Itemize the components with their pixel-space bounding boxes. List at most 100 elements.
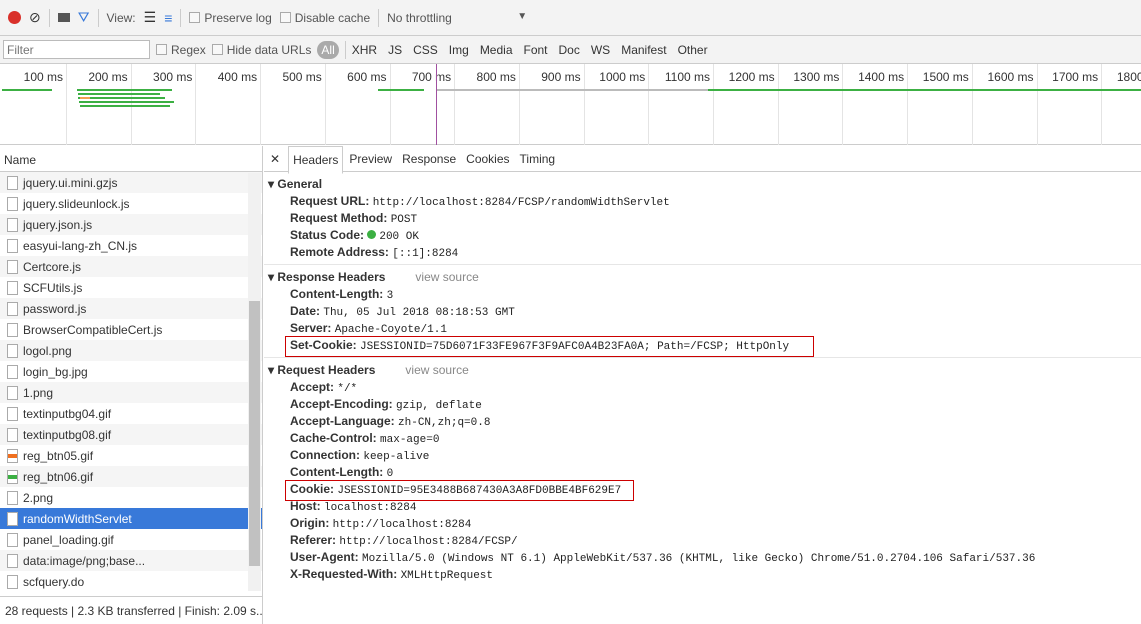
file-icon [7,427,18,442]
filter-input[interactable] [3,40,150,59]
request-row[interactable]: Certcore.js [0,256,262,277]
header-value: zh-CN,zh;q=0.8 [398,417,491,429]
header-row: Status Code: 200 OK [268,227,1141,244]
header-name: Status Code: [290,228,365,242]
name-column-header[interactable]: Name [0,146,262,172]
request-row[interactable]: jquery.ui.mini.gzjs [0,172,262,193]
tab-preview[interactable]: Preview [345,146,396,172]
header-pair: Set-Cookie: JSESSIONID=75D6071F33FE967F3… [284,336,815,357]
header-row: Cache-Control: max-age=0 [268,430,1141,447]
section-header[interactable]: ▾ Response Headers view source [268,268,1141,286]
request-row[interactable]: login_bg.jpg [0,361,262,382]
camera-icon[interactable] [57,13,70,22]
header-name: Content-Length: [290,465,384,479]
request-row[interactable]: jquery.json.js [0,214,262,235]
clear-icon[interactable]: ⊘ [29,9,41,26]
request-row[interactable]: panel_loading.gif [0,529,262,550]
section-header[interactable]: ▾ Request Headers view source [268,361,1141,379]
tab-timing[interactable]: Timing [516,146,560,172]
header-value: XMLHttpRequest [400,570,493,582]
record-icon[interactable] [8,11,21,24]
request-row[interactable]: reg_btn05.gif [0,445,262,466]
timeline-overview[interactable]: 100 ms 200 ms 300 ms 400 ms 500 ms 600 ms 700 … [0,64,1141,145]
waterfall-view-icon[interactable]: ≡ [164,10,172,26]
type-filter-xhr[interactable]: XHR [352,43,377,57]
tab-cookies[interactable]: Cookies [462,146,513,172]
type-filter-js[interactable]: JS [388,43,402,57]
header-value: http://localhost:8284/FCSP/randomWidthSe… [372,197,670,209]
file-icon [7,217,18,232]
request-name: logol.png [23,343,72,358]
header-name: Date: [290,304,321,318]
header-pair: Accept-Language: zh-CN,zh;q=0.8 [290,414,491,429]
header-row: Host: localhost:8284 [268,498,1141,515]
file-icon [7,364,18,379]
request-row[interactable]: easyui-lang-zh_CN.js [0,235,262,256]
request-name: panel_loading.gif [23,532,114,547]
preserve-log-checkbox[interactable]: Preserve log [189,11,272,25]
type-filter-other[interactable]: Other [678,43,708,57]
section-header[interactable]: ▾ General [268,175,1141,193]
request-row[interactable]: jquery.slideunlock.js [0,193,262,214]
type-filter-doc[interactable]: Doc [559,43,580,57]
filter-icon[interactable]: ⛛ [78,9,90,26]
file-icon [7,238,18,253]
timeline-bar [79,101,174,103]
request-row[interactable]: randomWidthServlet [0,508,262,529]
details-panel: ✕ Headers Preview Response Cookies Timing ▾ … [264,145,1141,624]
scrollbar[interactable] [248,173,261,591]
file-icon [7,259,18,274]
request-name: Certcore.js [23,259,82,274]
tab-response[interactable]: Response [398,146,460,172]
request-row[interactable]: textinputbg04.gif [0,403,262,424]
type-filter-media[interactable]: Media [480,43,513,57]
throttling-select[interactable]: No throttling ▼ [387,11,527,25]
disable-cache-checkbox[interactable]: Disable cache [279,11,370,25]
header-pair: Request URL: http://localhost:8284/FCSP/… [290,194,670,209]
timeline-tick-label: 400 ms [217,70,258,84]
list-view-icon[interactable]: ☰ [144,9,157,26]
header-row: User-Agent: Mozilla/5.0 (Windows NT 6.1)… [268,549,1141,566]
regex-checkbox[interactable]: Regex [156,43,206,57]
header-row: Origin: http://localhost:8284 [268,515,1141,532]
header-name: Content-Length: [290,287,384,301]
details-tabs: ✕ Headers Preview Response Cookies Timing [264,145,1141,174]
close-icon[interactable]: ✕ [270,152,280,166]
request-list: Name jquery.ui.mini.gzjs jquery.slideunlo… [0,146,263,624]
request-row[interactable]: logol.png [0,340,262,361]
type-filter-css[interactable]: CSS [413,43,438,57]
scrollbar-thumb[interactable] [249,301,260,566]
request-row[interactable]: data:image/png;base... [0,550,262,571]
view-source-link[interactable]: view source [415,270,478,284]
type-filter-img[interactable]: Img [449,43,469,57]
type-filter-font[interactable]: Font [524,43,548,57]
request-row[interactable]: textinputbg08.gif [0,424,262,445]
timeline-tick-label: 1500 ms [922,70,969,84]
request-row[interactable]: 1.png [0,382,262,403]
header-pair: Content-Length: 0 [290,465,393,480]
timeline-bar [378,89,424,91]
request-row[interactable]: scfquery.do [0,571,262,592]
timeline-tick-label: 200 ms [88,70,128,84]
request-row[interactable]: password.js [0,298,262,319]
request-name: jquery.ui.mini.gzjs [23,175,118,190]
request-row[interactable]: 2.png [0,487,262,508]
header-pair: Date: Thu, 05 Jul 2018 08:18:53 GMT [290,304,515,319]
header-pair: Referer: http://localhost:8284/FCSP/ [290,533,518,548]
request-row[interactable]: SCFUtils.js [0,277,262,298]
timeline-tick-label: 900 ms [541,70,581,84]
header-name: User-Agent: [290,550,359,564]
header-value: Thu, 05 Jul 2018 08:18:53 GMT [323,307,515,319]
hide-data-urls-checkbox[interactable]: Hide data URLs [211,43,311,57]
type-filter-all[interactable]: All [317,40,339,59]
header-name: Remote Address: [290,245,389,259]
type-filter-ws[interactable]: WS [591,43,610,57]
file-icon [7,301,18,316]
type-filter-manifest[interactable]: Manifest [621,43,666,57]
view-source-link[interactable]: view source [405,363,468,377]
request-row[interactable]: reg_btn06.gif [0,466,262,487]
file-icon [7,175,18,190]
request-row[interactable]: BrowserCompatibleCert.js [0,319,262,340]
timeline-tick-label: 1300 ms [793,70,840,84]
tab-headers[interactable]: Headers [288,145,344,174]
